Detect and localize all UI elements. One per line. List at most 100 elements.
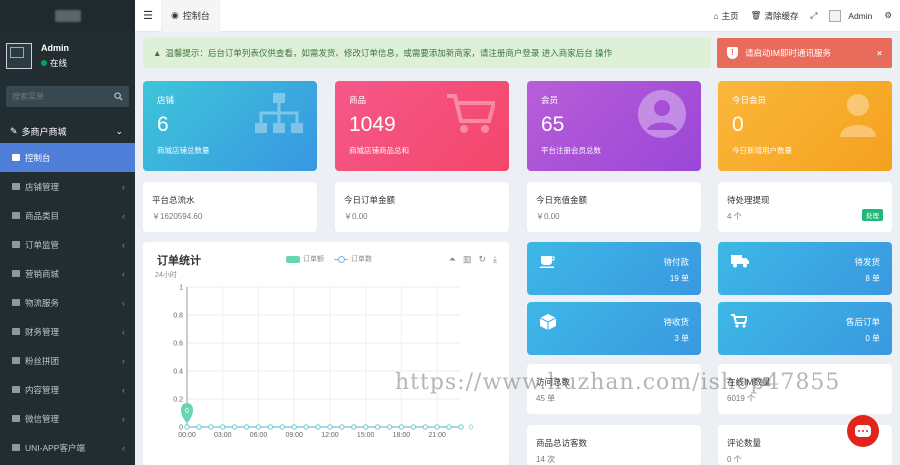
x-tick-label: 06:00 xyxy=(250,432,268,439)
card-title: 平台总流水 xyxy=(152,195,195,205)
sitemap-icon xyxy=(255,93,303,133)
stat-desc: 商城店铺商品总和 xyxy=(349,146,409,155)
sidebar-item[interactable]: 店铺管理 ‹ xyxy=(0,172,135,201)
sidebar: Admin 在线 ✎多商户商城 ⌄ 控制台店铺管理‹商品类目‹订单监管‹营销商城… xyxy=(0,0,135,465)
cart-plus-icon xyxy=(731,314,747,328)
sidebar-item-label: 店铺管理 xyxy=(25,181,60,192)
sidebar-item[interactable]: 内容管理 ‹ xyxy=(0,375,135,404)
order-card-label: 待发货 xyxy=(854,257,880,267)
series-point-count xyxy=(362,424,369,430)
card-value: ￥0.00 xyxy=(344,212,368,221)
user-circle-icon xyxy=(638,90,686,138)
sidebar-item-label: 物流服务 xyxy=(25,297,60,308)
card-goods-visitors: 商品总访客数 14 次 xyxy=(527,425,701,465)
trash-icon: 🗑 xyxy=(750,10,762,20)
sidebar-item[interactable]: 财务管理 ‹ xyxy=(0,317,135,346)
series-point-count xyxy=(291,424,297,430)
fullscreen-button[interactable]: ⤢ xyxy=(810,10,817,21)
menu-group-label: 多商户商城 xyxy=(21,126,67,137)
series-point-count xyxy=(458,424,464,430)
card-total-flow: 平台总流水 ￥1620594.60 xyxy=(143,182,317,232)
stat-desc: 今日新增用户数量 xyxy=(732,146,792,155)
order-card-after-sale[interactable]: 售后订单 0 单 xyxy=(718,302,892,355)
sidebar-item[interactable]: 订单监管 ‹ xyxy=(0,230,135,259)
user-status: 在线 xyxy=(50,58,68,68)
sidebar-item-label: 订单监管 xyxy=(25,239,60,250)
y-tick-label: 0.2 xyxy=(173,397,183,404)
settings-button[interactable]: ⚙ xyxy=(884,10,892,21)
user-name: Admin xyxy=(41,43,69,53)
card-value: 0 个 xyxy=(727,455,742,464)
chevron-left-icon: ‹ xyxy=(122,297,125,308)
watermark: https://www.huzhan.com/ishop47855 xyxy=(395,370,841,395)
sidebar-item[interactable]: UNI-APP客户端 ‹ xyxy=(0,433,135,462)
right-axis-label: 0 xyxy=(469,425,473,432)
close-icon[interactable]: × xyxy=(877,48,882,58)
stat-today-members[interactable]: 今日会员 0 今日新增用户数量 xyxy=(718,81,892,171)
sidebar-item[interactable]: 物流服务 ‹ xyxy=(0,288,135,317)
series-point-count xyxy=(255,424,262,430)
series-point-count xyxy=(386,424,393,430)
menu-toggle-icon[interactable]: ☰ xyxy=(135,9,161,22)
sidebar-item[interactable]: 粉丝拼团 ‹ xyxy=(0,346,135,375)
dashboard-icon: ◉ xyxy=(171,10,179,20)
gears-icon: ⚙ xyxy=(884,10,892,20)
chevron-left-icon: ‹ xyxy=(122,268,125,279)
shield-icon: ! xyxy=(727,47,738,59)
clear-cache-button[interactable]: 🗑 清除缓存 xyxy=(751,10,799,22)
x-tick-label: 03:00 xyxy=(214,432,232,439)
sidebar-item-label: 微信管理 xyxy=(25,413,60,424)
notice-text: 温馨提示：后台订单列表仅供查看，如需发货、修改订单信息，或需要添加新商家，请注册… xyxy=(165,48,613,58)
stat-goods[interactable]: 商品 1049 商城店铺商品总和 xyxy=(335,81,509,171)
home-link[interactable]: ⌂ 主页 xyxy=(714,10,739,22)
y-tick-label: 0.6 xyxy=(173,341,183,348)
menu-item-icon xyxy=(12,270,20,277)
series-point-count xyxy=(398,424,405,430)
search-icon[interactable] xyxy=(114,92,123,101)
sidebar-item-label: 控制台 xyxy=(25,152,51,163)
user-menu-label: Admin xyxy=(848,10,873,21)
series-point-count xyxy=(434,424,440,430)
x-tick-label: 21:00 xyxy=(428,432,446,439)
order-chart-card: 订单统计 24小时 订单额 订单数 ⏶ ▥ ↻ ⤓ 0 0.2 0.4 0.6 0.8 1… xyxy=(143,242,509,465)
chat-button[interactable] xyxy=(847,415,879,447)
tab-dashboard[interactable]: ◉ 控制台 xyxy=(161,0,220,32)
stat-desc: 平台注册会员总数 xyxy=(541,146,601,155)
online-dot-icon xyxy=(41,60,47,66)
stat-shops[interactable]: 店铺 6 商城店铺总数量 xyxy=(143,81,317,171)
sidebar-item-label: UNI-APP客户端 xyxy=(25,442,85,453)
sidebar-item[interactable]: 微信管理 ‹ xyxy=(0,404,135,433)
card-value: ￥0.00 xyxy=(536,212,560,221)
sidebar-item[interactable]: 营销商城 ‹ xyxy=(0,259,135,288)
menu-item-icon xyxy=(12,444,20,451)
search-input[interactable] xyxy=(12,92,102,101)
order-card-unpaid[interactable]: 待付款 19 单 xyxy=(527,242,701,295)
process-badge[interactable]: 处理 xyxy=(862,209,883,221)
order-card-to-receive[interactable]: 待收货 3 单 xyxy=(527,302,701,355)
menu-item-icon xyxy=(12,212,20,219)
series-point-count xyxy=(220,424,226,430)
logo[interactable] xyxy=(0,0,135,32)
card-today-recharge: 今日充值金额 ￥0.00 xyxy=(527,182,701,232)
menu-item-icon xyxy=(12,154,20,161)
truck-icon xyxy=(731,255,749,268)
series-point-count xyxy=(196,424,202,430)
stat-desc: 商城店铺总数量 xyxy=(157,146,210,155)
menu-search xyxy=(6,86,129,107)
order-card-value: 0 单 xyxy=(865,334,880,343)
user-avatar xyxy=(829,9,842,22)
card-pending-withdraw: 待处理提现 4 个 处理 xyxy=(718,182,892,232)
card-title: 今日充值金额 xyxy=(536,195,588,205)
menu-group-mall[interactable]: ✎ 多商户商城 ⌄ xyxy=(0,119,135,143)
menu-item-icon xyxy=(12,328,20,335)
home-label: 主页 xyxy=(721,10,739,21)
user-menu[interactable]: Admin xyxy=(829,9,873,22)
stat-members[interactable]: 会员 65 平台注册会员总数 xyxy=(527,81,701,171)
sidebar-item-label: 商品类目 xyxy=(25,210,60,221)
sidebar-item[interactable]: 控制台 xyxy=(0,143,135,172)
card-title: 今日订单金额 xyxy=(344,195,396,205)
chevron-left-icon: ‹ xyxy=(122,210,125,221)
wrench-icon: ✎ xyxy=(10,125,18,136)
sidebar-item[interactable]: 商品类目 ‹ xyxy=(0,201,135,230)
order-card-to-ship[interactable]: 待发货 8 单 xyxy=(718,242,892,295)
